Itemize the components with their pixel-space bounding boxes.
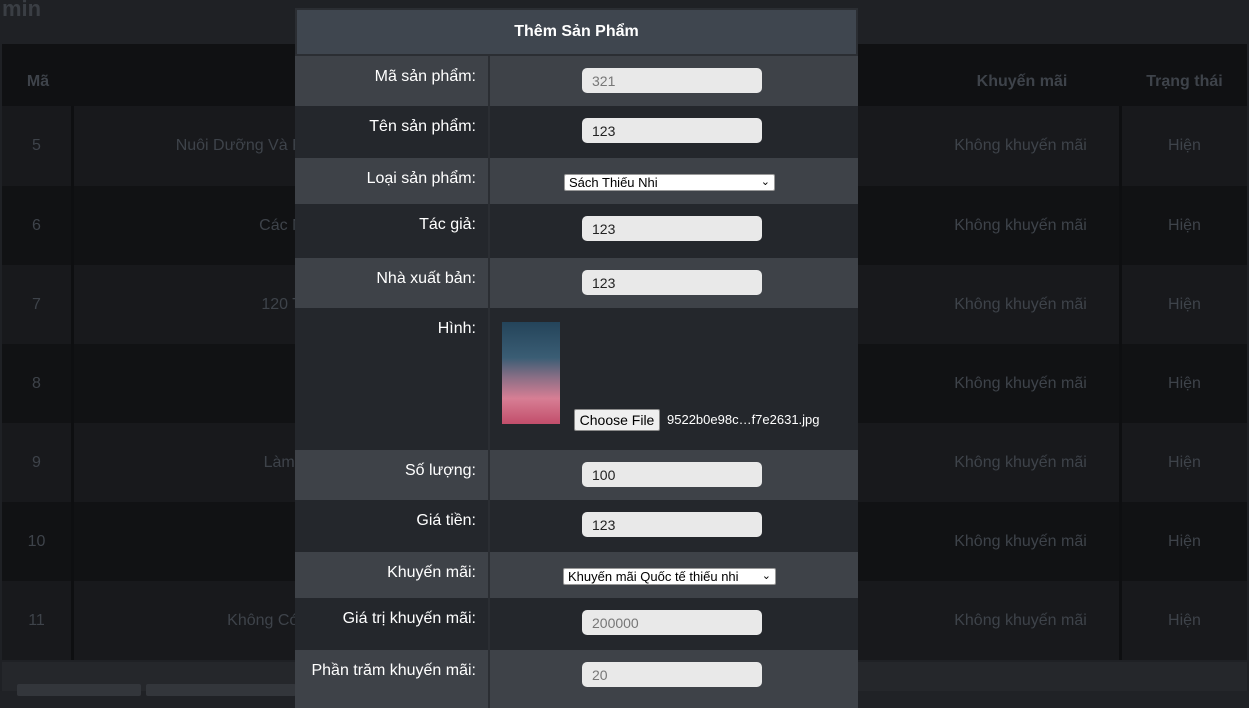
- modal-title: Thêm Sản Phẩm: [295, 8, 858, 56]
- file-name: 9522b0e98c…f7e2631.jpg: [667, 412, 820, 427]
- quantity-input[interactable]: [582, 462, 762, 487]
- category-selected: Sách Thiếu Nhi: [569, 175, 658, 190]
- author-input[interactable]: [582, 216, 762, 241]
- row-id: 7: [2, 265, 74, 344]
- page-title: min: [2, 0, 42, 21]
- row-status: Hiện: [1168, 611, 1201, 629]
- category-label: Loại sản phẩm:: [295, 158, 490, 204]
- pagination-button[interactable]: [146, 684, 296, 696]
- row-id: 11: [2, 581, 74, 660]
- row-status: Hiện: [1168, 295, 1201, 313]
- row-status: Hiện: [1168, 137, 1201, 154]
- row-id: 8: [2, 344, 74, 423]
- code-input[interactable]: [582, 68, 762, 93]
- row-promo: Không khuyến mãi: [922, 502, 1122, 581]
- quantity-label: Số lượng:: [295, 450, 490, 500]
- publisher-input[interactable]: [582, 270, 762, 295]
- row-promo: Không khuyến mãi: [922, 581, 1122, 660]
- promo-percent-label: Phần trăm khuyến mãi:: [295, 650, 490, 708]
- promo-value-input[interactable]: [582, 610, 762, 635]
- code-label: Mã sản phẩm:: [295, 56, 490, 106]
- form-row-code: Mã sản phẩm:: [295, 56, 858, 106]
- form-row-promo-value: Giá trị khuyến mãi:: [295, 598, 858, 650]
- row-promo: Không khuyến mãi: [922, 265, 1122, 344]
- promo-percent-input[interactable]: [582, 662, 762, 687]
- image-preview: [502, 322, 560, 424]
- row-promo: Không khuyến mãi: [922, 106, 1122, 186]
- promo-label: Khuyến mãi:: [295, 552, 490, 598]
- row-promo: Không khuyến mãi: [922, 344, 1122, 423]
- pagination-button[interactable]: [17, 684, 141, 696]
- add-product-modal: Thêm Sản Phẩm Mã sản phẩm: Tên sản phẩm:…: [295, 8, 858, 708]
- promo-value-label: Giá trị khuyến mãi:: [295, 598, 490, 650]
- row-status: Hiện: [1168, 374, 1201, 392]
- chevron-down-icon: ⌄: [761, 570, 771, 582]
- row-id: 9: [2, 423, 74, 502]
- row-promo: Không khuyến mãi: [922, 186, 1122, 265]
- author-label: Tác giả:: [295, 204, 490, 258]
- row-status: Hiện: [1168, 532, 1201, 550]
- row-status: Hiện: [1168, 216, 1201, 234]
- form-row-price: Giá tiền:: [295, 500, 858, 552]
- promo-selected: Khuyến mãi Quốc tế thiếu nhi: [568, 569, 739, 584]
- form-row-image: Hình: Choose File 9522b0e98c…f7e2631.jpg: [295, 308, 858, 450]
- category-select[interactable]: Sách Thiếu Nhi ⌄: [564, 174, 775, 191]
- form-row-promo-percent: Phần trăm khuyến mãi:: [295, 650, 858, 708]
- chevron-down-icon: ⌄: [760, 176, 770, 188]
- image-label: Hình:: [295, 308, 490, 450]
- form-row-quantity: Số lượng:: [295, 450, 858, 500]
- price-label: Giá tiền:: [295, 500, 490, 552]
- form-row-category: Loại sản phẩm: Sách Thiếu Nhi ⌄: [295, 158, 858, 204]
- promo-select[interactable]: Khuyến mãi Quốc tế thiếu nhi ⌄: [563, 568, 776, 585]
- form-row-name: Tên sản phẩm:: [295, 106, 858, 158]
- publisher-label: Nhà xuất bản:: [295, 258, 490, 308]
- name-label: Tên sản phẩm:: [295, 106, 490, 158]
- row-status: Hiện: [1168, 453, 1201, 471]
- name-input[interactable]: [582, 118, 762, 143]
- price-input[interactable]: [582, 512, 762, 537]
- row-id: 10: [2, 502, 74, 581]
- form-row-author: Tác giả:: [295, 204, 858, 258]
- form-row-promo: Khuyến mãi: Khuyến mãi Quốc tế thiếu nhi…: [295, 552, 858, 598]
- row-promo: Không khuyến mãi: [922, 423, 1122, 502]
- row-id: 5: [2, 106, 74, 186]
- row-id: 6: [2, 186, 74, 265]
- choose-file-button[interactable]: Choose File: [574, 409, 660, 431]
- form-row-publisher: Nhà xuất bản:: [295, 258, 858, 308]
